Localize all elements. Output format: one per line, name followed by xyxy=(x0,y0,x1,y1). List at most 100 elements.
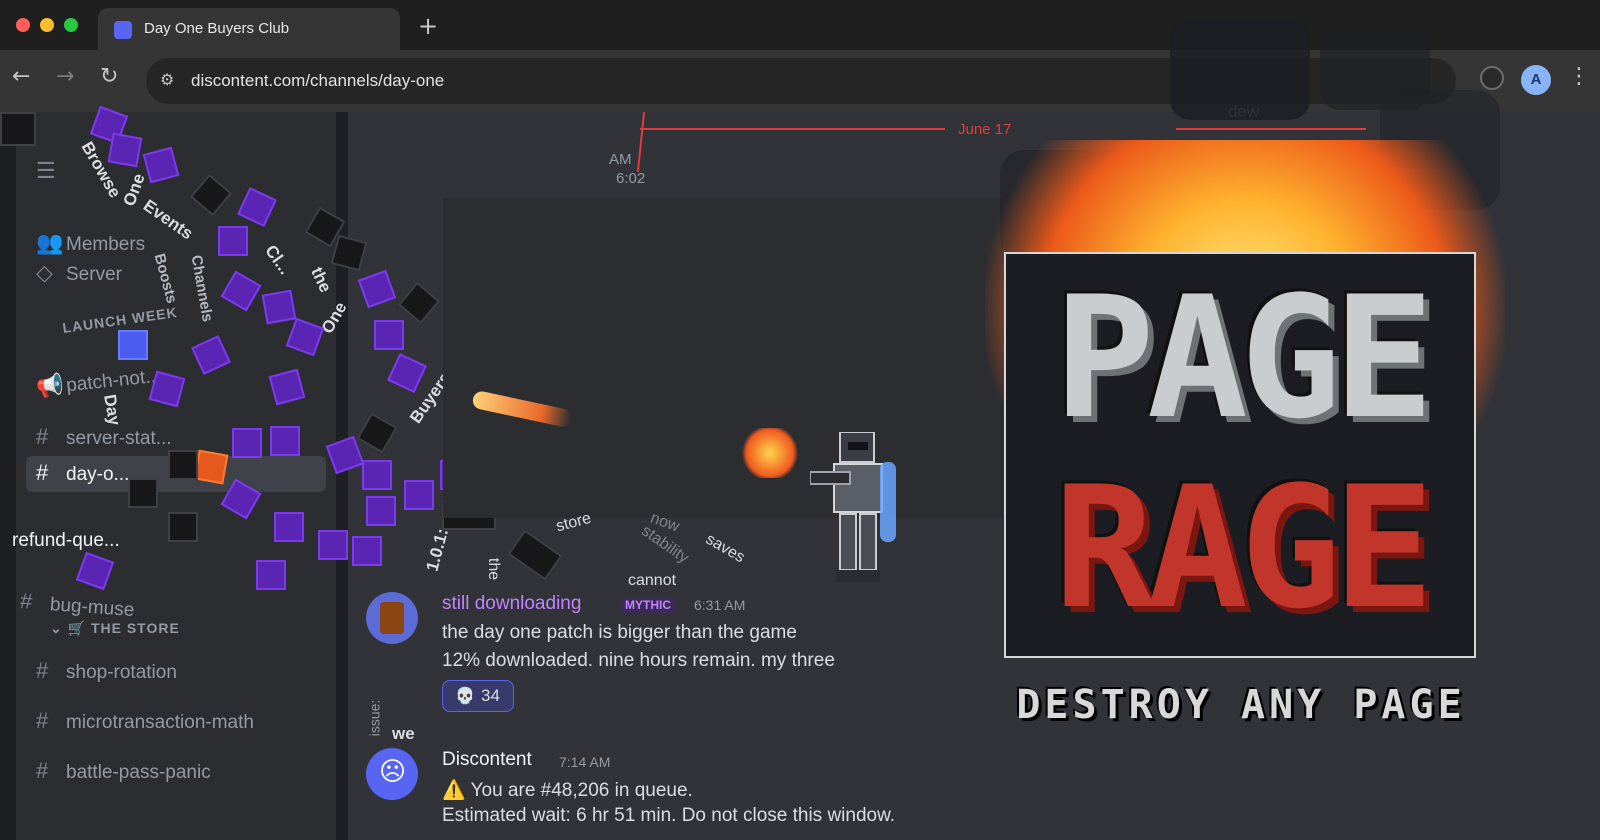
sidebar-item-shop-rotation[interactable]: # shop-rotation xyxy=(36,658,177,684)
sidebar-item-browse[interactable]: ☰ xyxy=(36,158,66,184)
debris-cube xyxy=(274,512,304,542)
debris-cube xyxy=(318,530,348,560)
back-button[interactable]: ← xyxy=(12,64,30,89)
sidebar-item-label: shop-rotation xyxy=(66,662,177,683)
debris-cube xyxy=(107,132,143,168)
hash-icon: # xyxy=(36,424,49,449)
members-icon: 👥 xyxy=(36,230,64,255)
date-divider-label: June 17 xyxy=(958,121,1012,138)
debris-word: cannot xyxy=(628,572,677,589)
debris-cube xyxy=(404,480,434,510)
sidebar-item-label: battle-pass-panic xyxy=(66,762,211,783)
debris-cube xyxy=(261,289,297,325)
debris-cube xyxy=(357,269,397,309)
debris-cube xyxy=(256,560,286,590)
robot-character-sprite xyxy=(810,432,896,582)
new-tab-button[interactable]: + xyxy=(418,12,438,40)
browser-tab[interactable]: Day One Buyers Club xyxy=(98,8,400,50)
sidebar-item-server-status[interactable]: # server-stat... xyxy=(36,424,172,450)
debris-cube xyxy=(232,428,262,458)
debris-word: the xyxy=(485,557,503,581)
megaphone-icon: 📢 xyxy=(34,371,65,400)
message-line: ⚠️ You are #48,206 in queue. xyxy=(442,780,693,801)
timeline-line xyxy=(640,128,945,130)
forward-button[interactable]: → xyxy=(56,64,74,89)
debris-cube xyxy=(128,478,158,508)
sidebar-item-microtransaction-math[interactable]: # microtransaction-math xyxy=(36,708,254,734)
debris-word: issue: xyxy=(366,699,383,737)
sidebar-item-server-boosts[interactable]: ◇ Server xyxy=(36,260,122,286)
message-line: Estimated wait: 6 hr 51 min. Do not clos… xyxy=(442,805,896,826)
logo-title-bottom: RAGE xyxy=(1053,450,1435,646)
skull-icon: 💀 xyxy=(455,686,475,705)
category-label: THE STORE xyxy=(90,620,180,636)
debris-cube xyxy=(397,281,441,325)
timeline-line xyxy=(1176,128,1366,130)
close-window-button[interactable] xyxy=(16,18,30,32)
reaction-button[interactable]: 💀 34 xyxy=(442,680,514,712)
debris-cube xyxy=(270,426,300,456)
diamond-icon: ◇ xyxy=(36,260,53,285)
debris-cube xyxy=(193,449,229,485)
sidebar-item-day-one[interactable]: # day-o... xyxy=(36,460,129,486)
sidebar-item-members[interactable]: 👥 Members xyxy=(36,230,145,256)
message-username[interactable]: still downloading xyxy=(442,593,581,615)
debris-cube xyxy=(218,226,248,256)
debris-word: 1.0.1: xyxy=(422,526,453,574)
smoke-cloud xyxy=(1170,20,1310,120)
message-username[interactable]: Discontent xyxy=(442,749,532,771)
url-text: discontent.com/channels/day-one xyxy=(191,71,445,90)
avatar[interactable] xyxy=(366,592,418,644)
timeline-time-bottom: 6:02 xyxy=(616,170,646,187)
debris-cube xyxy=(0,112,36,146)
debris-cube xyxy=(366,496,396,526)
tab-title: Day One Buyers Club xyxy=(144,20,290,37)
hash-icon: # xyxy=(36,708,49,733)
message-timestamp: 6:31 AM xyxy=(694,597,746,613)
avatar[interactable]: ☹ xyxy=(366,748,418,800)
sidebar-item-refund-queue[interactable]: refund-que... xyxy=(12,530,120,552)
server-rail xyxy=(0,112,16,840)
timeline-time-top: AM xyxy=(609,151,632,168)
debris-word: saves xyxy=(702,530,748,567)
browser-menu-button[interactable]: ⋮ xyxy=(1568,64,1590,89)
sidebar-item-label: server-stat... xyxy=(66,428,172,449)
hash-icon: # xyxy=(36,758,49,783)
hash-icon: # xyxy=(19,588,34,614)
debris-cube xyxy=(356,412,398,454)
debris-cube xyxy=(507,529,563,581)
sad-face-icon: ☹ xyxy=(379,757,407,787)
sidebar-item-label: day-o... xyxy=(66,464,130,485)
sidebar-item-battle-pass-panic[interactable]: # battle-pass-panic xyxy=(36,758,211,784)
debris-cube xyxy=(168,512,198,542)
discord-favicon-icon xyxy=(114,21,132,39)
debris-cube xyxy=(118,330,148,360)
message-line: the day one patch is bigger than the gam… xyxy=(442,622,797,643)
sidebar-item-label: refund-que... xyxy=(12,530,120,551)
extension-icon[interactable] xyxy=(1480,66,1504,90)
sidebar-item-label: bug-muse xyxy=(49,594,135,621)
logo-title-top: PAGE xyxy=(1053,260,1435,456)
hash-icon: # xyxy=(36,460,49,485)
sidebar-item-label: Server xyxy=(66,264,122,285)
reaction-count: 34 xyxy=(481,686,500,705)
avatar-face-icon xyxy=(380,602,404,634)
sidebar-item-label: Members xyxy=(66,234,146,255)
debris-cube xyxy=(387,353,427,393)
message-line: 12% downloaded. nine hours remain. my th… xyxy=(442,650,835,671)
profile-avatar[interactable]: A xyxy=(1521,65,1551,95)
debris-cube xyxy=(352,536,382,566)
reload-button[interactable]: ↻ xyxy=(100,64,118,89)
minimize-window-button[interactable] xyxy=(40,18,54,32)
list-icon: ☰ xyxy=(36,158,56,183)
promo-tagline: DESTROY ANY PAGE xyxy=(1016,682,1466,728)
message-timestamp: 7:14 AM xyxy=(559,754,611,770)
maximize-window-button[interactable] xyxy=(64,18,78,32)
muzzle-flash-sprite xyxy=(740,428,800,478)
debris-cube xyxy=(362,460,392,490)
sidebar-item-label: microtransaction-math xyxy=(66,712,254,733)
timeline-line xyxy=(636,112,646,172)
debris-cube xyxy=(374,320,404,350)
site-settings-icon[interactable]: ⚙ xyxy=(160,70,174,89)
category-the-store[interactable]: ⌄ 🛒 THE STORE xyxy=(50,620,180,637)
